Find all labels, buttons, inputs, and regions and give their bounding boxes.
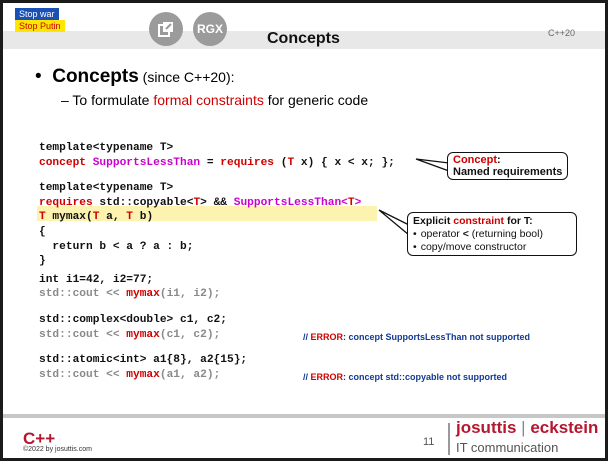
constraint-title-b: constraint xyxy=(453,215,505,227)
brand-logo: josuttis | eckstein xyxy=(456,418,598,438)
concept-callout-desc: Named requirements xyxy=(453,166,563,178)
concept-callout-colon: : xyxy=(497,154,501,166)
footer-copyright: ©2022 by josuttis.com xyxy=(23,446,92,453)
item-text: (returning bool) xyxy=(468,228,543,240)
constraint-title-c: for T: xyxy=(504,215,533,227)
page-number: 11 xyxy=(423,436,435,448)
concept-callout-pointer xyxy=(415,158,450,172)
constraint-callout: Explicit constraint for T: operator < (r… xyxy=(407,212,577,256)
constraint-item: operator < (returning bool) xyxy=(413,228,571,240)
constraint-title-a: Explicit xyxy=(413,215,454,227)
brand-sep: | xyxy=(516,418,531,437)
constraint-item: copy/move constructor xyxy=(413,241,571,253)
brand-subtitle: IT communication xyxy=(456,440,559,455)
constraint-callout-pointer xyxy=(378,209,410,236)
concept-callout-title: Concept: xyxy=(453,154,562,166)
concept-callout-keyword: Concept xyxy=(453,154,497,166)
concept-callout: Concept: Named requirements xyxy=(447,152,569,180)
brand-b: eckstein xyxy=(530,418,599,437)
constraint-callout-title: Explicit constraint for T: xyxy=(413,215,571,227)
slide: Stop war Stop Putin RGX Concepts C++20 •… xyxy=(3,3,605,458)
brand-divider xyxy=(448,423,450,455)
brand-a: josuttis xyxy=(456,418,517,437)
item-text: operator xyxy=(420,228,463,240)
